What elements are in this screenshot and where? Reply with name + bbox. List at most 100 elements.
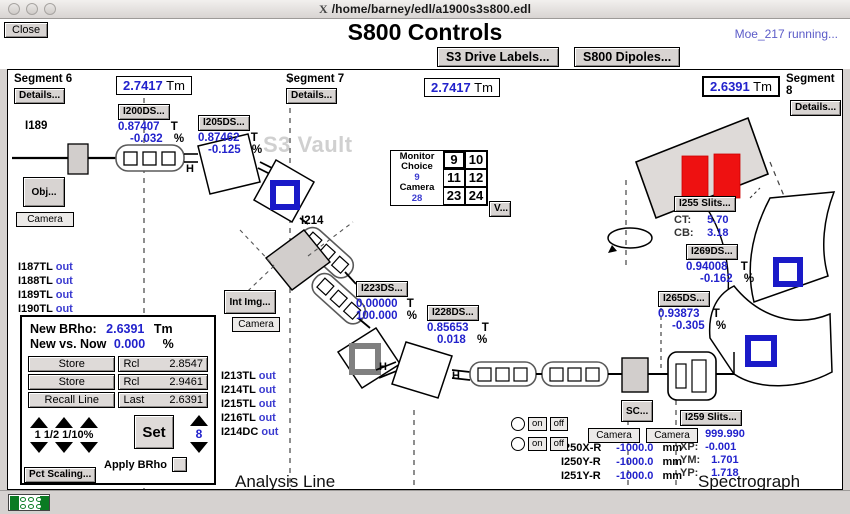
slits-i259-button[interactable]: I259 Slits... [680,410,742,426]
slits-i259-panel: I259 Slits... XM 999.990 XP: -0.001 YM: … [680,407,745,480]
compare-value: 0.000 [113,337,146,351]
toolbar: Close S800 Controls Moe_217 running... [0,19,850,69]
apply-brho-checkbox[interactable] [171,457,187,472]
magnet-i223ds-button[interactable]: I223DS... [356,281,408,297]
brho-display-segment6: 2.7417 Tm [116,76,192,95]
off-button-1[interactable]: off [549,417,568,431]
tl-row-i187tl: I187TL out [18,261,73,273]
compare-row: New vs. Now 0.000 % [30,337,208,351]
tl-row-i216tl: I216TL out [221,412,276,424]
magnet-i265ds-button[interactable]: I265DS... [658,291,710,307]
recall-button-1[interactable]: Rcl 2.8547 [118,356,208,372]
s3-drive-labels-button[interactable]: S3 Drive Labels... [437,47,559,67]
off-button-2[interactable]: off [549,437,568,451]
side-step-up-icon[interactable] [190,415,208,426]
tl-row-i213tl: I213TL out [221,370,276,382]
tl-row-i189tl: I189TL out [18,289,73,301]
magnet-i228ds-delta-unit: % [476,334,488,346]
monitor-choice-labels: Monitor Choice 9 Camera 28 [391,151,443,205]
store-button-1[interactable]: Store [28,356,116,372]
tl-row-i214tl: I214TL out [221,384,276,396]
store-button-2[interactable]: Store [28,374,116,390]
side-step-down-icon[interactable] [190,442,208,453]
magnet-i223ds-group: I223DS... 0.00000 T 100.000 % [356,278,417,322]
on-button-2[interactable]: on [528,437,547,451]
x-app-icon: X [318,1,328,16]
window-title: X/home/barney/edl/a1900s3s800.edl [0,2,850,17]
recall-line-button[interactable]: Recall Line [28,392,116,408]
brho-unit-2: Tm [474,80,493,95]
set-button[interactable]: Set [134,415,174,449]
last-button[interactable]: Last 2.6391 [118,392,208,408]
step-up-1-icon[interactable] [30,417,48,428]
recall-value-2: 2.9461 [169,376,203,388]
segment-7-details-button[interactable]: Details... [286,88,338,104]
position-readout-list: I250X-R -1000.0 mm I250Y-R -1000.0 mm I2… [561,441,682,483]
beamline-canvas: H H H I189 I214 S3 Vault Segment 6 Detai… [7,69,843,490]
segment-8-details-button[interactable]: Details... [790,100,842,116]
onoff-indicator-1[interactable] [511,417,525,431]
new-brho-unit: Tm [153,322,173,336]
monitor-cell-10[interactable]: 10 [465,151,487,169]
magnet-i269ds-field-unit: T [740,261,748,273]
magnet-i205ds-group: I205DS... 0.87462 T -0.125 % [198,112,262,156]
magnet-i205ds-field: 0.87462 [198,132,240,144]
step-down-tenth-icon[interactable] [80,442,98,453]
tl-row-i190tl: I190TL out [18,303,73,315]
window-title-text: /home/barney/edl/a1900s3s800.edl [331,1,532,16]
page-title: S800 Controls [347,19,503,45]
slits-i255-row-cb: CB: 3.18 [674,227,729,239]
monitor-cell-12[interactable]: 12 [465,169,487,187]
monitor-v-menu-button[interactable]: V... [489,201,511,217]
int-img-button[interactable]: Int Img... [224,290,276,314]
magnet-i269ds-button[interactable]: I269DS... [686,244,738,260]
side-stepper: 8 [190,415,208,453]
app-tray-icon[interactable] [8,494,50,511]
step-down-half-icon[interactable] [55,442,73,453]
segment-6-details-button[interactable]: Details... [14,88,66,104]
brho-unit-1: Tm [166,78,185,93]
s800-dipoles-button[interactable]: S800 Dipoles... [574,47,681,67]
position-row-i250y: I250Y-R -1000.0 mm [561,456,682,468]
step-down-1-icon[interactable] [30,442,48,453]
brho-value-3: 2.6391 [710,79,750,94]
slits-i255-panel: I255 Slits... CT: 5.70 CB: 3.18 [674,193,736,240]
magnet-i228ds-button[interactable]: I228DS... [427,305,479,321]
status-running-text: Moe_217 running... [734,27,838,41]
step-up-half-icon[interactable] [55,417,73,428]
h-label-2: H [379,361,387,373]
sc-button[interactable]: SC... [621,400,653,422]
segment-7-group: Segment 7 Details... [286,73,344,104]
magnet-i200ds-delta: -0.032 [130,133,163,145]
magnet-i205ds-field-unit: T [250,132,258,144]
onoff-row-1: on off [511,417,568,431]
onoff-row-2: on off [511,437,568,451]
magnet-i269ds-group: I269DS... 0.94008 T -0.162 % [686,241,754,285]
camera-button-obj[interactable]: Camera [16,212,74,227]
magnet-i223ds-delta: 100.000 [356,310,398,322]
window-titlebar: X/home/barney/edl/a1900s3s800.edl [0,0,850,19]
magnet-i205ds-button[interactable]: I205DS... [198,115,250,131]
camera-button-intimg[interactable]: Camera [232,317,280,332]
monitor-cell-23[interactable]: 23 [443,187,465,205]
on-button-1[interactable]: on [528,417,547,431]
monitor-cell-24[interactable]: 24 [465,187,487,205]
segment-8-label: Segment 8 [786,73,835,97]
monitor-cell-9[interactable]: 9 [443,151,465,169]
obj-button-label: Obj... [23,177,65,207]
step-up-tenth-icon[interactable] [80,417,98,428]
obj-button[interactable]: Obj... [23,177,65,207]
magnet-i228ds-field-unit: T [481,322,489,334]
brho-row-1: Store Rcl 2.8547 [28,356,208,372]
slits-i255-button[interactable]: I255 Slits... [674,196,736,212]
s3-vault-watermark: S3 Vault [263,132,353,157]
magnet-i200ds-button[interactable]: I200DS... [118,104,170,120]
monitor-cell-11[interactable]: 11 [443,169,465,187]
apply-brho-label: Apply BRho [104,458,167,471]
pct-scaling-button[interactable]: Pct Scaling... [24,467,97,483]
magnet-i269ds-field: 0.94008 [686,261,728,273]
recall-button-2[interactable]: Rcl 2.9461 [118,374,208,390]
onoff-indicator-2[interactable] [511,437,525,451]
h-label-3: H [452,370,460,382]
position-row-i250x: I250X-R -1000.0 mm [561,442,682,454]
